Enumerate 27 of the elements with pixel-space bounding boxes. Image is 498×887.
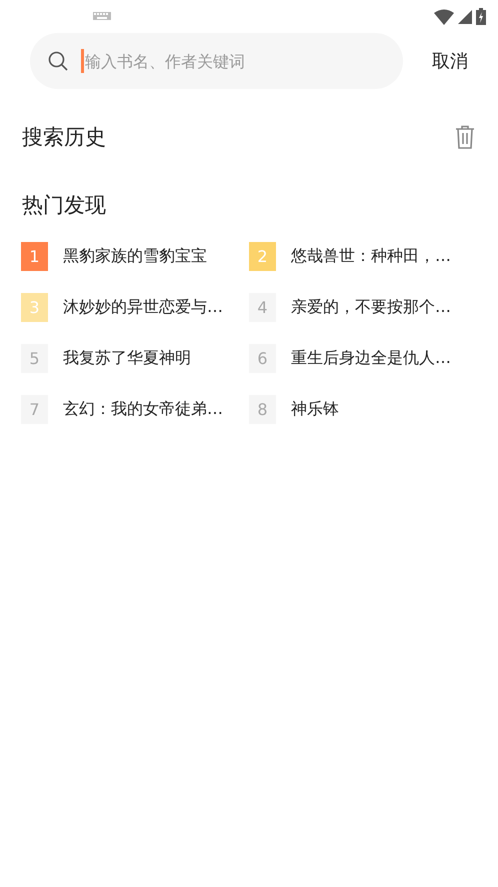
book-title[interactable]: 沐妙妙的异世恋爱与… bbox=[63, 297, 223, 318]
search-field[interactable]: 输入书名、作者关键词 bbox=[30, 33, 403, 89]
section-title: 搜索历史 bbox=[22, 124, 106, 151]
keyboard-icon bbox=[93, 12, 111, 20]
book-title[interactable]: 亲爱的，不要按那个… bbox=[291, 297, 451, 318]
rank-badge: 4 bbox=[249, 293, 276, 322]
book-title[interactable]: 神乐钵 bbox=[291, 399, 339, 420]
rank-badge: 2 bbox=[249, 242, 276, 271]
rank-badge: 7 bbox=[21, 395, 48, 424]
search-icon bbox=[48, 51, 68, 71]
wifi-icon bbox=[434, 8, 454, 24]
section-title: 热门发现 bbox=[22, 192, 106, 219]
rank-badge: 1 bbox=[21, 242, 48, 271]
rank-badge: 5 bbox=[21, 344, 48, 373]
cancel-button[interactable]: 取消 bbox=[424, 45, 476, 77]
rank-badge: 8 bbox=[249, 395, 276, 424]
rank-badge: 6 bbox=[249, 344, 276, 373]
rank-badge: 3 bbox=[21, 293, 48, 322]
book-title[interactable]: 悠哉兽世：种种田，… bbox=[291, 246, 451, 267]
book-title[interactable]: 我复苏了华夏神明 bbox=[63, 348, 191, 369]
book-title[interactable]: 黑豹家族的雪豹宝宝 bbox=[63, 246, 207, 267]
trash-icon[interactable] bbox=[455, 125, 475, 149]
battery-icon bbox=[476, 8, 486, 25]
signal-icon bbox=[458, 10, 472, 24]
book-title[interactable]: 重生后身边全是仇人… bbox=[291, 348, 451, 369]
book-title[interactable]: 玄幻：我的女帝徒弟… bbox=[63, 399, 223, 420]
search-input[interactable]: 输入书名、作者关键词 bbox=[84, 52, 403, 70]
